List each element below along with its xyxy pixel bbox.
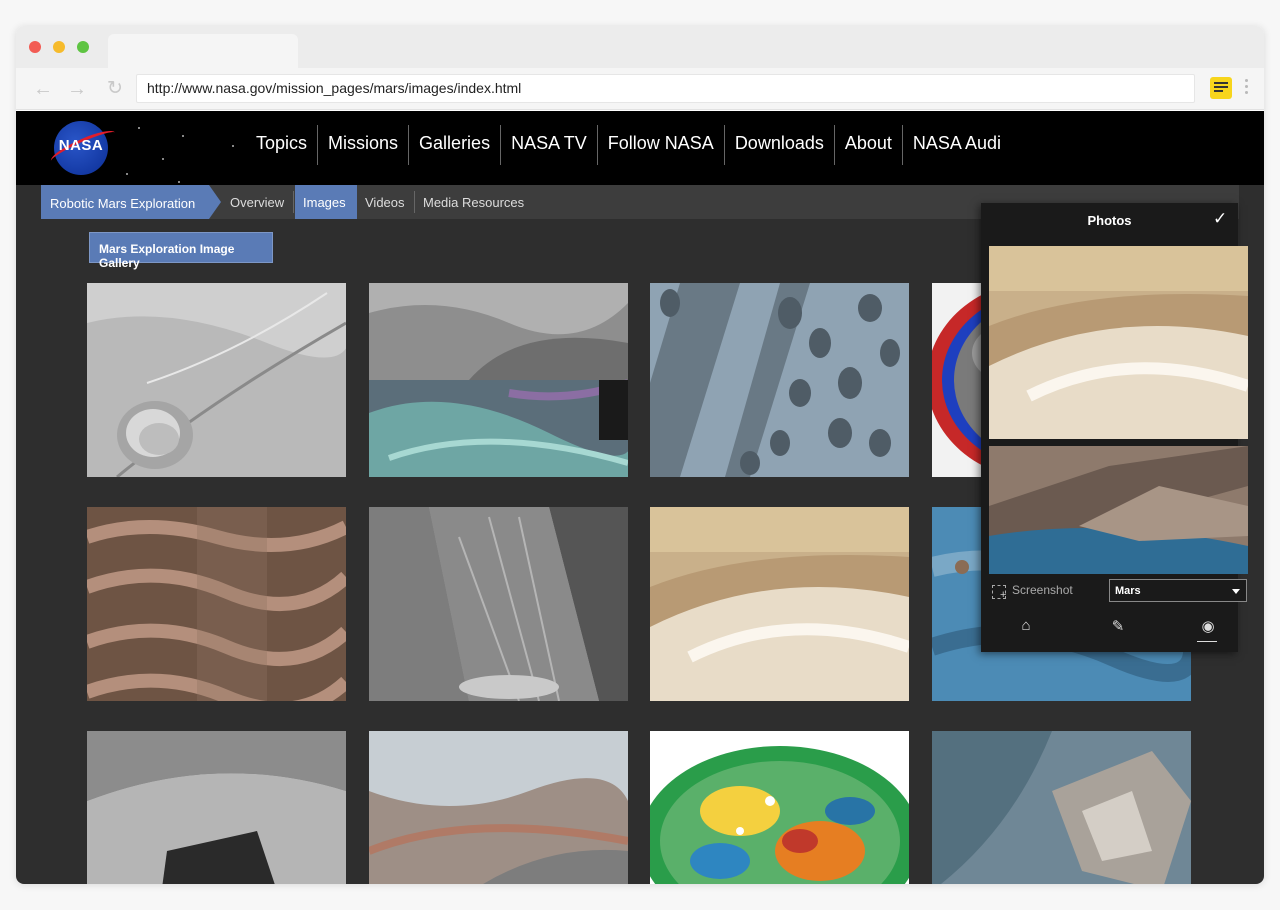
nasa-logo[interactable]: NASA [47,121,119,175]
nav-topics[interactable]: Topics [246,125,317,165]
screenshot-label[interactable]: Screenshot [1012,583,1073,597]
photo-preview[interactable] [989,246,1248,439]
gallery-thumbnail[interactable] [369,731,628,884]
gallery-thumbnail[interactable] [650,283,909,477]
gallery-thumbnail[interactable] [87,731,346,884]
screenshot-icon[interactable] [992,585,1006,601]
main-nav: Topics Missions Galleries NASA TV Follow… [246,125,1011,165]
gallery-title-button[interactable]: Mars Exploration Image Gallery [89,232,273,270]
nav-about[interactable]: About [833,125,902,165]
gallery-thumbnail[interactable] [87,507,346,701]
chevron-down-icon [1232,589,1240,594]
nav-missions[interactable]: Missions [317,125,408,165]
nav-downloads[interactable]: Downloads [723,125,834,165]
album-select-value: Mars [1115,585,1141,597]
home-icon[interactable]: ⌂ [1015,617,1037,637]
gallery-thumbnail[interactable] [369,283,628,477]
gallery-thumbnail[interactable] [932,731,1191,884]
back-arrow-icon[interactable]: ← [30,76,56,102]
title-bar [16,26,1264,68]
gallery-thumbnail[interactable] [650,731,909,884]
logo-text: NASA [58,137,104,154]
browser-toolbar: ← → ↻ http://www.nasa.gov/mission_pages/… [16,68,1264,110]
nav-galleries[interactable]: Galleries [408,125,500,165]
forward-arrow-icon[interactable]: → [64,76,90,102]
album-select[interactable]: Mars [1109,579,1247,602]
browser-tab[interactable] [108,34,298,68]
gallery-thumbnail[interactable] [369,507,628,701]
gallery-thumbnail[interactable] [87,283,346,477]
maximize-window-button[interactable] [77,41,89,53]
breadcrumb[interactable]: Robotic Mars Exploration [41,185,209,219]
minimize-window-button[interactable] [53,41,65,53]
notes-extension-icon[interactable] [1210,77,1232,99]
subnav-overview[interactable]: Overview [222,185,292,219]
nav-nasa-audiences[interactable]: NASA Audi [901,125,1011,165]
site-header: NASA Topics Missions Galleries NASA TV F… [16,111,1264,185]
nav-follow-nasa[interactable]: Follow NASA [596,125,724,165]
reload-icon[interactable]: ↻ [102,76,128,102]
edit-icon[interactable]: ✎ [1107,617,1129,637]
subnav-images[interactable]: Images [295,185,357,219]
address-bar[interactable]: http://www.nasa.gov/mission_pages/mars/i… [136,74,1195,103]
browser-window: ← → ↻ http://www.nasa.gov/mission_pages/… [16,26,1264,884]
breadcrumb-arrow [209,185,221,219]
check-icon[interactable]: ✓ [1213,209,1227,229]
subnav-media-resources[interactable]: Media Resources [415,185,532,219]
photos-panel: Photos ✓ Screenshot Mars ⌂ ✎ ◉ [981,203,1248,652]
gallery-thumbnail[interactable] [650,507,909,701]
photo-preview[interactable] [989,446,1248,574]
web-page: NASA Topics Missions Galleries NASA TV F… [16,111,1264,884]
close-window-button[interactable] [29,41,41,53]
nav-nasa-tv[interactable]: NASA TV [500,125,597,165]
panel-title: Photos [1087,213,1132,228]
camera-icon[interactable]: ◉ [1197,617,1219,642]
kebab-menu-icon[interactable] [1245,79,1251,97]
subnav-videos[interactable]: Videos [357,185,413,219]
